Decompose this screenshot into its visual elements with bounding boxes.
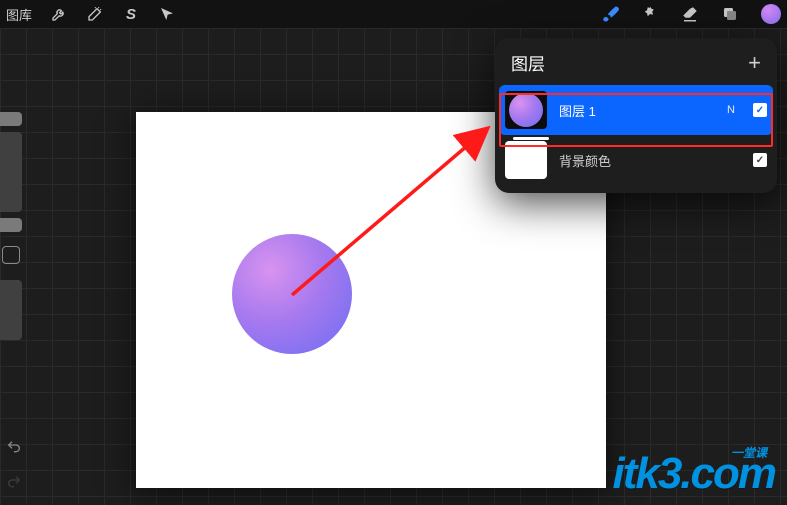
redo-icon[interactable]	[6, 474, 22, 495]
layer-name-label: 背景颜色	[559, 151, 741, 170]
layers-panel: 图层 + 图层 1 N ✓ 背景颜色 ✓	[495, 38, 777, 193]
brush-opacity-slider-top[interactable]	[0, 218, 22, 232]
brush-size-slider[interactable]	[0, 132, 22, 212]
library-button[interactable]: 图库	[6, 5, 32, 24]
top-toolbar: 图库 S	[0, 0, 787, 28]
watermark-text: itk3	[612, 449, 680, 499]
layer-name-label: 图层 1	[559, 101, 715, 120]
layer-thumbnail	[505, 141, 547, 179]
layers-icon[interactable]	[721, 5, 739, 23]
watermark-suffix: .com	[680, 449, 775, 499]
wand-icon[interactable]	[86, 5, 104, 23]
layer-blend-mode[interactable]: N	[727, 104, 735, 116]
modify-button[interactable]	[2, 246, 20, 264]
move-icon[interactable]	[158, 5, 176, 23]
layer-row-background[interactable]: 背景颜色 ✓	[495, 135, 777, 185]
watermark: itk3.com	[612, 449, 775, 499]
thumb-circle-icon	[509, 93, 543, 127]
brush-opacity-slider[interactable]	[0, 280, 22, 340]
undo-icon[interactable]	[6, 439, 22, 460]
wrench-icon[interactable]	[50, 5, 68, 23]
layer-thumbnail	[505, 91, 547, 129]
add-layer-button[interactable]: +	[748, 52, 761, 74]
brush-icon[interactable]	[601, 5, 619, 23]
artwork-circle	[232, 234, 352, 354]
layer-visibility-checkbox[interactable]: ✓	[753, 103, 767, 117]
toolbar-right-group	[601, 4, 781, 24]
eraser-icon[interactable]	[681, 5, 699, 23]
layers-panel-title: 图层	[511, 50, 545, 75]
layer-row-1[interactable]: 图层 1 N ✓	[499, 85, 773, 135]
left-slider-dock	[0, 112, 22, 346]
selection-icon[interactable]: S	[122, 5, 140, 23]
undo-redo-dock	[6, 439, 22, 495]
brush-size-slider-top[interactable]	[0, 112, 22, 126]
smudge-icon[interactable]	[641, 5, 659, 23]
toolbar-left-group: 图库 S	[6, 5, 176, 24]
color-picker[interactable]	[761, 4, 781, 24]
layer-visibility-checkbox[interactable]: ✓	[753, 153, 767, 167]
layers-panel-header: 图层 +	[495, 38, 777, 85]
